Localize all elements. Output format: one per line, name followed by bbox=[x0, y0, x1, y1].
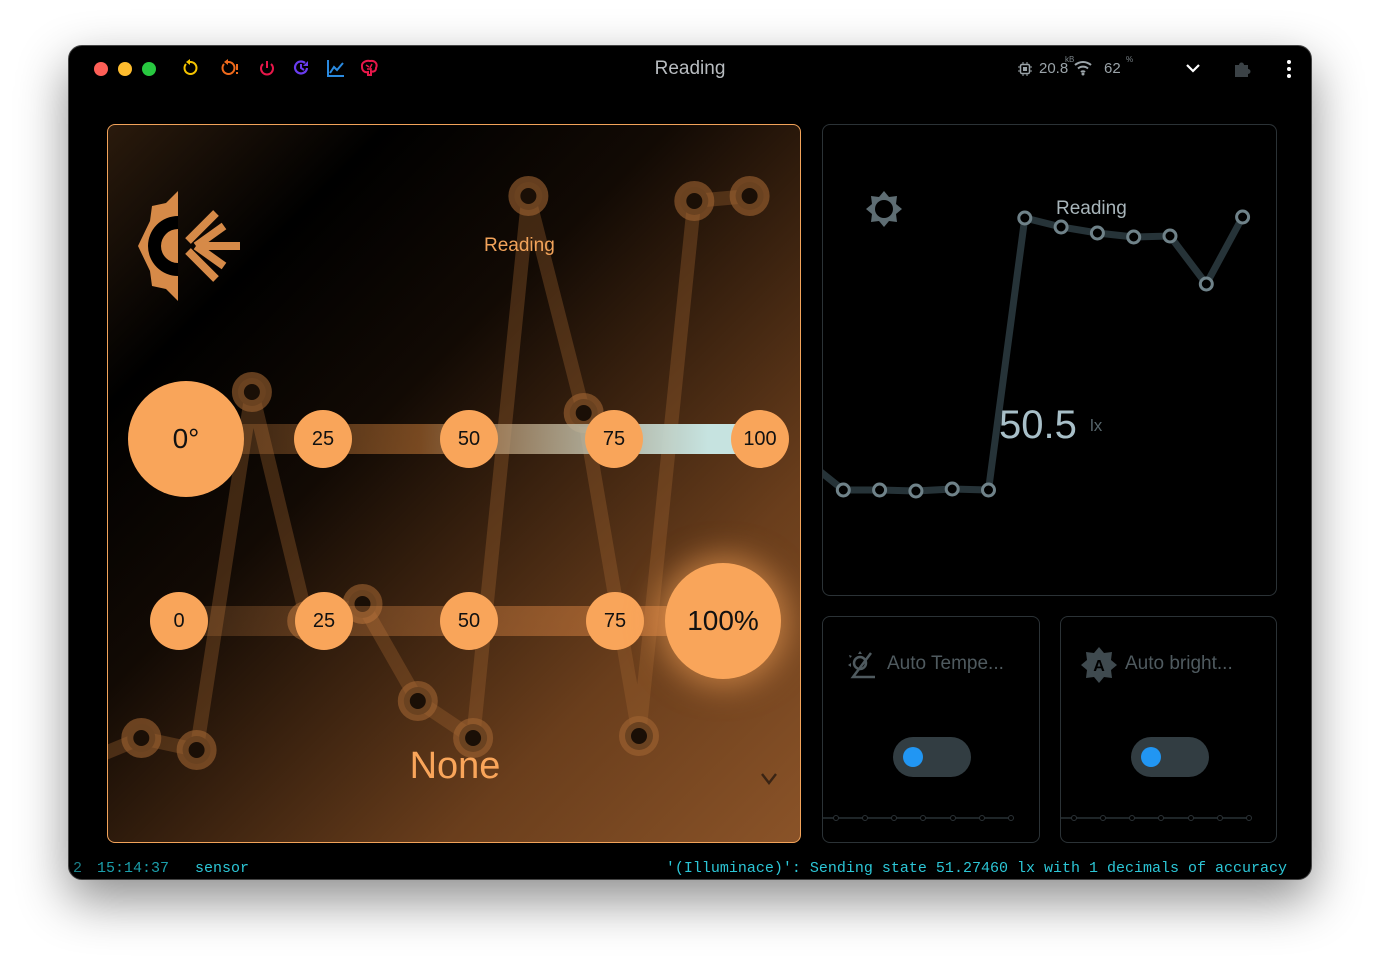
chevron-down-icon[interactable] bbox=[760, 772, 778, 786]
temp-tick-25[interactable]: 25 bbox=[294, 410, 352, 468]
chevron-down-icon[interactable] bbox=[1185, 62, 1201, 74]
app-window: Reading 20.8 kB 62 % Reading 0° 25 50 75… bbox=[68, 45, 1312, 880]
sparkline-point bbox=[1198, 276, 1214, 292]
brightness-tick-75[interactable]: 75 bbox=[586, 592, 644, 650]
sparkline-point bbox=[729, 176, 770, 216]
auto-temperature-toggle[interactable] bbox=[893, 737, 971, 777]
log-message: '(Illuminace)': Sending state 51.27460 l… bbox=[665, 860, 1287, 877]
sparkline-point bbox=[508, 176, 549, 216]
sparkline-point bbox=[1017, 210, 1033, 226]
temp-tick-75[interactable]: 75 bbox=[585, 410, 643, 468]
sparkline-point bbox=[872, 482, 888, 498]
wifi-value: 62 bbox=[1104, 60, 1121, 77]
light-temperature-icon bbox=[138, 191, 240, 301]
sensor-unit: lx bbox=[1090, 416, 1103, 435]
temp-tick-100[interactable]: 100 bbox=[731, 410, 789, 468]
sparkline-point bbox=[1235, 209, 1251, 225]
brightness-icon bbox=[866, 191, 902, 227]
sparkline-point bbox=[908, 483, 924, 499]
more-menu-icon[interactable] bbox=[1285, 59, 1293, 79]
temp-tick-50[interactable]: 50 bbox=[440, 410, 498, 468]
brightness-tick-50[interactable]: 50 bbox=[440, 592, 498, 650]
log-index: 2 bbox=[73, 860, 83, 877]
switch-label: Auto Tempe... bbox=[887, 653, 1004, 674]
toggle-knob bbox=[903, 747, 923, 767]
auto-brightness-card[interactable]: A Auto bright... bbox=[1060, 616, 1277, 843]
sparkline-point bbox=[944, 481, 960, 497]
sparkline-point bbox=[231, 372, 272, 412]
auto-brightness-toggle[interactable] bbox=[1131, 737, 1209, 777]
auto-temperature-card[interactable]: Auto Tempe... bbox=[822, 616, 1040, 843]
card-label: Reading bbox=[484, 235, 555, 256]
log-source: sensor bbox=[195, 860, 250, 877]
chip-icon bbox=[1018, 62, 1032, 76]
memory-unit: kB bbox=[1065, 55, 1075, 64]
auto-brightness-icon: A bbox=[1081, 647, 1117, 683]
sensor-label: Reading bbox=[1056, 198, 1127, 219]
auto-temperature-icon bbox=[848, 651, 875, 679]
history-ticks bbox=[823, 815, 1014, 821]
sensor-value: 50.5 bbox=[999, 403, 1077, 447]
sparkline-point bbox=[835, 482, 851, 498]
brightness-handle[interactable]: 100% bbox=[665, 563, 781, 679]
memory-value: 20.8 bbox=[1039, 60, 1069, 77]
color-temperature-handle[interactable]: 0° bbox=[128, 381, 244, 497]
svg-text:A: A bbox=[1093, 658, 1105, 675]
light-control-card[interactable]: Reading 0° 25 50 75 100 0 25 50 75 100% … bbox=[107, 124, 801, 843]
sparkline-point bbox=[674, 181, 715, 221]
illuminance-sensor-card[interactable]: Reading 50.5 lx bbox=[822, 124, 1277, 596]
brightness-tick-25[interactable]: 25 bbox=[295, 592, 353, 650]
toggle-knob bbox=[1141, 747, 1161, 767]
effect-value: None bbox=[409, 745, 501, 787]
switch-label: Auto bright... bbox=[1125, 653, 1233, 674]
history-ticks bbox=[1061, 815, 1252, 821]
sparkline-point bbox=[1162, 228, 1178, 244]
brightness-tick-0[interactable]: 0 bbox=[150, 592, 208, 650]
log-time: 15:14:37 bbox=[97, 860, 170, 877]
wifi-unit: % bbox=[1126, 55, 1134, 64]
sparkline-path bbox=[823, 213, 1246, 495]
puzzle-icon[interactable] bbox=[1232, 59, 1252, 79]
sparkline-point bbox=[397, 681, 438, 721]
sparkline-point bbox=[1089, 225, 1105, 241]
sparkline-point bbox=[981, 482, 996, 498]
wifi-icon bbox=[1074, 61, 1092, 76]
sparkline-point bbox=[1126, 229, 1142, 245]
window-title: Reading bbox=[654, 58, 726, 79]
sparkline-point bbox=[1053, 219, 1069, 235]
